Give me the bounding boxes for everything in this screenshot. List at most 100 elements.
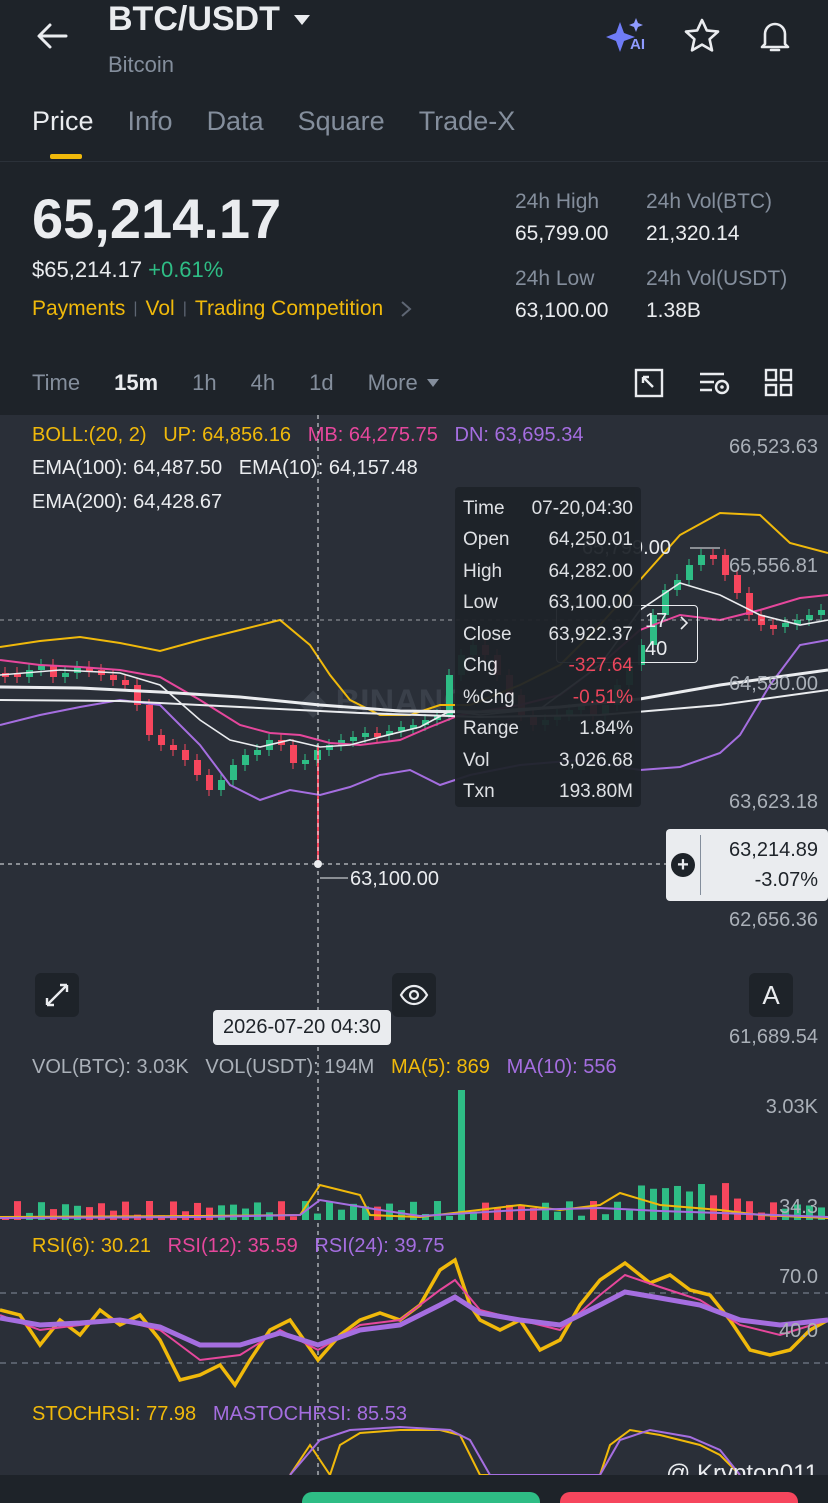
volume-bar: [698, 1184, 705, 1220]
auto-scale-label: A: [762, 979, 780, 1010]
candle-body: [686, 565, 693, 580]
candle-body: [782, 623, 789, 627]
y-tick: 62,656.36: [729, 909, 818, 931]
stat-label: 24h Vol(USDT): [646, 267, 788, 290]
tf-15m[interactable]: 15m: [114, 370, 158, 396]
volume-bar: [494, 1208, 501, 1220]
volume-bar: [446, 1215, 453, 1220]
rsi-24-value: RSI(24): 39.75: [314, 1235, 445, 1257]
boll-mid-line: [0, 594, 828, 747]
tab-info[interactable]: Info: [128, 106, 173, 137]
vol-ma10-value: MA(10): 556: [506, 1056, 617, 1078]
back-button[interactable]: [34, 18, 74, 54]
stat-24h-vol-usdt: 24h Vol(USDT) 1.38B: [646, 267, 787, 323]
volume-bar: [722, 1183, 729, 1220]
y-tick: 63,623.18: [729, 791, 818, 813]
stat-label: 24h Low: [515, 267, 595, 290]
tf-1h[interactable]: 1h: [192, 370, 216, 396]
buy-button[interactable]: [302, 1492, 540, 1503]
crosshair-price-tag[interactable]: + 63,214.89 -3.07%: [666, 829, 828, 901]
tab-trade-x[interactable]: Trade-X: [419, 106, 516, 137]
stat-label: 24h Vol(BTC): [646, 190, 773, 213]
candle-body: [710, 555, 717, 559]
tooltip-row-pchg: %Chg -0.51%: [463, 686, 633, 708]
stat-value: 21,320.14: [646, 222, 740, 245]
link-trading-competition[interactable]: Trading Competition: [195, 297, 383, 321]
volume-bar: [590, 1201, 597, 1220]
badge-price-tail: 17: [645, 610, 668, 632]
chevron-right-icon: [401, 301, 412, 317]
timeframe-bar: Time 15m 1h 4h 1d More: [32, 370, 440, 396]
alert-button[interactable]: [755, 16, 795, 61]
visibility-button[interactable]: [392, 973, 436, 1017]
volume-bar: [206, 1207, 213, 1220]
chevron-right-icon: [680, 616, 689, 630]
candle-body: [158, 735, 165, 745]
mastochrsi-value: MASTOCHRSI: 85.53: [212, 1403, 407, 1425]
volume-bar: [554, 1211, 561, 1220]
candle-body: [62, 673, 69, 677]
rsi-y-40: 40.0: [779, 1320, 818, 1342]
ai-button[interactable]: AI: [606, 16, 652, 56]
tab-price[interactable]: Price: [32, 106, 94, 159]
bottom-action-bar: [0, 1475, 828, 1503]
arrow-left-icon: [37, 23, 68, 49]
tooltip-row-open: Open 64,250.01: [463, 529, 633, 551]
pair-selector[interactable]: BTC/USDT: [108, 0, 312, 39]
tooltip-row-close: Close 63,922.37: [463, 623, 633, 645]
y-tick: 64,590.00: [729, 673, 818, 695]
link-separator: |: [182, 300, 187, 317]
quick-links: Payments | Vol | Trading Competition: [32, 297, 413, 321]
boll-mb-value: MB: 64,275.75: [307, 424, 438, 446]
crosshair-date: 2026-07-20 04:30: [213, 1010, 391, 1045]
sparkle-ai-icon: [606, 18, 643, 52]
candle-body: [350, 737, 357, 741]
candle-body: [242, 755, 249, 765]
tab-square[interactable]: Square: [298, 106, 385, 137]
layout-grid-button[interactable]: [764, 368, 794, 403]
last-price: 65,214.17: [32, 187, 282, 250]
rsi-legend: RSI(6): 30.21 RSI(12): 35.59 RSI(24): 39…: [32, 1235, 444, 1258]
fullscreen-button[interactable]: [35, 973, 79, 1017]
kline-chart[interactable]: ◆ BINANCE BOLL:(20, 2) UP: 64,856.16 MB:…: [0, 415, 828, 1475]
badge-time-tail: 40: [645, 638, 668, 660]
volume-bar: [290, 1216, 297, 1220]
link-vol[interactable]: Vol: [146, 297, 175, 321]
volume-bar: [518, 1205, 525, 1220]
add-alert-icon[interactable]: +: [671, 853, 695, 877]
stat-24h-vol-btc: 24h Vol(BTC) 21,320.14: [646, 190, 772, 246]
ema-100-value: EMA(100): 64,487.50: [32, 457, 223, 479]
crosshair-point: [314, 860, 322, 868]
tf-more[interactable]: More: [368, 370, 440, 396]
favorite-button[interactable]: [682, 16, 722, 61]
indicator-settings-icon: [700, 372, 730, 395]
candle-body: [362, 733, 369, 737]
tooltip-row-low: Low 63,100.00: [463, 592, 633, 614]
link-payments[interactable]: Payments: [32, 297, 125, 321]
caret-down-icon: [426, 379, 439, 387]
stat-value: 65,799.00: [515, 222, 609, 245]
coin-name: Bitcoin: [108, 52, 175, 77]
tf-time[interactable]: Time: [32, 370, 80, 396]
volume-bar: [770, 1202, 777, 1220]
tab-data[interactable]: Data: [207, 106, 264, 137]
volume-bar: [746, 1201, 753, 1220]
candle-body: [722, 555, 729, 575]
tf-4h[interactable]: 4h: [251, 370, 275, 396]
sell-button[interactable]: [560, 1492, 798, 1503]
volume-bar: [566, 1201, 573, 1220]
stoch-legend: STOCHRSI: 77.98 MASTOCHRSI: 85.53: [32, 1403, 407, 1426]
chart-canvas[interactable]: ◆ BINANCE: [0, 415, 828, 1475]
candle-body: [770, 625, 777, 629]
stat-24h-high: 24h High 65,799.00: [515, 190, 608, 246]
grid-icon: [764, 368, 793, 397]
volume-bar: [578, 1215, 585, 1220]
candle-body: [146, 705, 153, 735]
chart-settings-button[interactable]: [634, 368, 664, 403]
rsi-24-line: [0, 1289, 828, 1348]
tf-1d[interactable]: 1d: [309, 370, 333, 396]
indicator-settings-button[interactable]: [698, 368, 732, 403]
vol-y-top: 3.03K: [765, 1096, 818, 1118]
auto-scale-button[interactable]: A: [749, 973, 793, 1017]
tf-more-label: More: [367, 370, 418, 395]
